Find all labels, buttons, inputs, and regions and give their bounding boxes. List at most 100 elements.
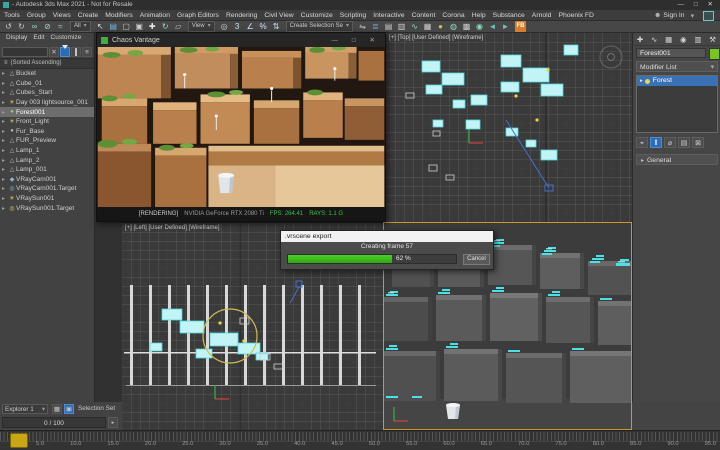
modifier-stack-item[interactable]: ▸ Forest xyxy=(637,76,717,86)
command-panel-tab-icon[interactable]: ▥ xyxy=(694,35,701,44)
menu-item[interactable]: Views xyxy=(53,12,71,19)
search-clear-icon[interactable]: ✕ xyxy=(49,46,59,57)
toolbar-icon[interactable]: ✚ xyxy=(146,21,159,32)
menu-item[interactable]: Help xyxy=(472,12,486,19)
toolbar-icon[interactable]: ● xyxy=(434,21,447,32)
reference-coordinate-dropdown[interactable]: View ▾ xyxy=(187,21,215,32)
general-rollout-header[interactable]: ▸ General xyxy=(636,154,718,165)
object-color-swatch[interactable] xyxy=(709,48,720,60)
modifier-list-dropdown[interactable]: Modifier List ▾ xyxy=(636,61,718,72)
isolate-selection-icon[interactable]: ▣ xyxy=(64,404,74,414)
expand-arrow-icon[interactable]: ▸ xyxy=(640,76,643,86)
frame-readout-field[interactable]: 0 / 100 xyxy=(2,417,106,428)
vantage-window-controls[interactable]: — □ ✕ xyxy=(332,36,381,44)
toolbar-icon[interactable]: ▤ xyxy=(107,21,120,32)
toolbar-icon[interactable]: ◎ xyxy=(218,21,231,32)
command-panel-tab-icon[interactable]: ⚒ xyxy=(709,35,716,44)
menu-item[interactable]: Substance xyxy=(493,12,525,19)
toolbar-icon[interactable]: ▣ xyxy=(133,21,146,32)
explorer-item[interactable]: ▸ ☀ Front_Light xyxy=(0,117,94,127)
explorer-item[interactable]: ▸ △ Cubes_Start xyxy=(0,88,94,98)
menu-item[interactable]: Scripting xyxy=(340,12,366,19)
menu-item[interactable]: Create xyxy=(78,12,98,19)
lock-icon[interactable] xyxy=(71,46,81,57)
toolbar-icon[interactable]: ⇋ xyxy=(356,21,369,32)
menu-item[interactable]: Phoenix FD xyxy=(558,12,594,19)
toolbar-icon[interactable]: ▱ xyxy=(172,21,185,32)
stack-tool-icon[interactable]: ⌀ xyxy=(664,136,676,148)
explorer-item[interactable]: ▸ ◆ VRayCam001 xyxy=(0,175,94,185)
toolbar-icon[interactable]: ▢ xyxy=(120,21,133,32)
explorer-item[interactable]: ▸ ◎ VRaySun001.Target xyxy=(0,203,94,213)
command-panel-tab-icon[interactable]: ∿ xyxy=(651,35,657,44)
toolbar-icon[interactable]: ▤ xyxy=(382,21,395,32)
menu-item[interactable]: Arnold xyxy=(532,12,552,19)
explorer-item[interactable]: ▸ △ FUR_Preview xyxy=(0,136,94,146)
toolbar-icon[interactable]: ⇅ xyxy=(270,21,283,32)
explorer-item[interactable]: ▸ △ Cube_01 xyxy=(0,79,94,89)
viewport-left-label[interactable]: [+] [Left] [User Defined] [Wireframe] xyxy=(125,225,220,231)
command-panel-tab-icon[interactable]: ◉ xyxy=(680,35,687,44)
explorer-item[interactable]: ▸ ☀ Day 003 lightsource_001 xyxy=(0,98,94,108)
time-slider-handle[interactable] xyxy=(10,433,28,448)
toolbar-icon[interactable]: ▩ xyxy=(460,21,473,32)
command-panel-tab-icon[interactable]: ✚ xyxy=(637,35,643,44)
named-selection-sets-dropdown[interactable]: Create Selection Se ▾ xyxy=(285,21,353,32)
command-panel-tab-icon[interactable]: ▦ xyxy=(665,35,672,44)
filter-icon[interactable] xyxy=(60,44,70,57)
toolbar-icon[interactable]: ↺ xyxy=(2,21,15,32)
explorer-menu-item[interactable]: Edit xyxy=(33,34,44,45)
viewport-top[interactable]: [+] [Top] [User Defined] [Wireframe] xyxy=(385,33,632,222)
explorer-menu-item[interactable]: Display xyxy=(6,34,27,45)
toolbar-icon[interactable]: ◍ xyxy=(447,21,460,32)
toolbar-icon[interactable]: ▦ xyxy=(421,21,434,32)
toolbar-icon[interactable]: ↖ xyxy=(94,21,107,32)
toolbar-icon[interactable]: ⊘ xyxy=(41,21,54,32)
stack-tool-icon[interactable]: ▤ xyxy=(678,136,690,148)
toolbar-icon[interactable]: ∠ xyxy=(244,21,257,32)
explorer-selector-dropdown[interactable]: Explorer 1 ▾ xyxy=(2,404,48,414)
object-name-field[interactable]: Forest001 xyxy=(636,48,706,58)
toolbar-icon[interactable]: ▥ xyxy=(395,21,408,32)
cancel-button[interactable]: Cancel xyxy=(463,254,490,265)
menu-item[interactable]: Graph Editors xyxy=(177,12,219,19)
toolbar-icon[interactable]: ∞ xyxy=(28,21,41,32)
viewport-top-label[interactable]: [+] [Top] [User Defined] [Wireframe] xyxy=(389,35,483,41)
toolbar-icon[interactable]: ↻ xyxy=(15,21,28,32)
menu-item[interactable]: Content xyxy=(412,12,436,19)
toolbar-icon[interactable]: % xyxy=(257,21,270,32)
vray-frame-buffer-icon[interactable]: FB xyxy=(515,21,526,32)
explorer-item[interactable]: ▸ ◎ VRayCam001.Target xyxy=(0,184,94,194)
menu-item[interactable]: Tools xyxy=(4,12,20,19)
grid-icon[interactable]: ▦ xyxy=(52,404,62,414)
menu-item[interactable]: Corona xyxy=(442,12,464,19)
explorer-item[interactable]: ▸ △ Lamp_1 xyxy=(0,146,94,156)
toolbar-icon[interactable]: ► xyxy=(499,21,512,32)
toolbar-icon[interactable]: ≈ xyxy=(54,21,67,32)
sign-in-dropdown-icon[interactable]: ▾ xyxy=(691,12,694,20)
toolbar-icon[interactable]: ≣ xyxy=(369,21,382,32)
menu-item[interactable]: Customize xyxy=(301,12,333,19)
menu-item[interactable]: Modifiers xyxy=(105,12,133,19)
stack-tool-icon[interactable]: ⊠ xyxy=(692,136,704,148)
menu-item[interactable]: Rendering xyxy=(226,12,257,19)
explorer-item[interactable]: ▸ ● Fur_Base xyxy=(0,127,94,137)
toolbar-icon[interactable]: ∿ xyxy=(408,21,421,32)
stack-tool-icon[interactable]: ⌖ xyxy=(636,136,648,148)
menu-item[interactable]: Civil View xyxy=(264,12,293,19)
stack-tool-icon[interactable]: ‖ xyxy=(650,136,662,148)
sign-in-button[interactable]: ☻ Sign In ▾ xyxy=(654,10,694,21)
search-input[interactable] xyxy=(2,46,48,57)
explorer-sort-header[interactable]: ≡ (Sorted Ascending) xyxy=(0,58,94,69)
list-view-icon[interactable]: ≡ xyxy=(82,46,92,57)
menu-item[interactable]: Group xyxy=(27,12,46,19)
explorer-item[interactable]: ▸ △ Bucket xyxy=(0,69,94,79)
explorer-item[interactable]: ▸ △ Lamp_2 xyxy=(0,155,94,165)
explorer-item[interactable]: ▸ △ Lamp_001 xyxy=(0,165,94,175)
window-controls[interactable]: — □ ✕ xyxy=(678,0,717,10)
explorer-item[interactable]: ▸ ● Forest001 xyxy=(0,107,94,117)
toolbar-icon[interactable]: ◉ xyxy=(473,21,486,32)
vantage-titlebar[interactable]: Chaos Vantage — □ ✕ xyxy=(97,33,385,47)
menu-item[interactable]: Animation xyxy=(140,12,170,19)
dialog-title[interactable]: .vrscene export xyxy=(281,231,493,242)
